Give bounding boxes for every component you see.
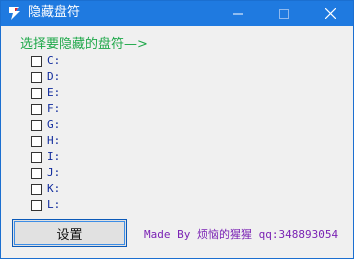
checkbox[interactable] xyxy=(31,183,42,195)
drive-checkbox-i[interactable]: I: xyxy=(31,150,60,164)
close-icon xyxy=(324,4,336,23)
checkbox[interactable] xyxy=(31,135,42,147)
drive-label: L: xyxy=(47,198,61,211)
drive-checkbox-l[interactable]: L: xyxy=(31,198,60,212)
window-title: 隐藏盘符 xyxy=(28,5,81,20)
drive-checkbox-e[interactable]: E: xyxy=(31,86,60,100)
close-button[interactable] xyxy=(307,1,353,26)
set-button[interactable]: 设置 xyxy=(12,219,127,247)
app-window: 隐藏盘符 选择要隐藏的盘符—> C: D: E: F: G: H: I: J: … xyxy=(0,0,354,259)
checkbox[interactable] xyxy=(31,167,42,179)
title-bar[interactable]: 隐藏盘符 xyxy=(1,1,353,26)
checkbox[interactable] xyxy=(31,199,42,211)
minimize-icon xyxy=(233,4,243,23)
drive-checkbox-k[interactable]: K: xyxy=(31,182,60,196)
checkbox[interactable] xyxy=(31,71,42,83)
checkbox[interactable] xyxy=(31,55,42,67)
drive-label: K: xyxy=(47,182,61,195)
drive-checkbox-j[interactable]: J: xyxy=(31,166,60,180)
app-icon xyxy=(7,5,23,21)
drive-label: F: xyxy=(47,102,61,115)
drive-label: C: xyxy=(47,54,61,67)
checkbox[interactable] xyxy=(31,151,42,163)
drive-label: D: xyxy=(47,70,61,83)
author-credit: Made By 烦恼的猩猩 qq:348893054 xyxy=(144,228,339,241)
drive-label: E: xyxy=(47,86,61,99)
select-drive-prompt: 选择要隐藏的盘符—> xyxy=(20,37,148,52)
drive-checkbox-c[interactable]: C: xyxy=(31,54,60,68)
drive-checkbox-d[interactable]: D: xyxy=(31,70,60,84)
checkbox[interactable] xyxy=(31,119,42,131)
drive-label: J: xyxy=(47,166,61,179)
drive-label: H: xyxy=(47,134,61,147)
checkbox[interactable] xyxy=(31,87,42,99)
minimize-button[interactable] xyxy=(215,1,261,26)
drive-label: I: xyxy=(47,150,61,163)
drive-checkbox-h[interactable]: H: xyxy=(31,134,60,148)
maximize-button[interactable] xyxy=(261,1,307,26)
client-area: 选择要隐藏的盘符—> C: D: E: F: G: H: I: J: K: L:… xyxy=(1,26,353,258)
drive-checkbox-f[interactable]: F: xyxy=(31,102,60,116)
checkbox[interactable] xyxy=(31,103,42,115)
drive-checkbox-g[interactable]: G: xyxy=(31,118,60,132)
drive-label: G: xyxy=(47,118,61,131)
maximize-icon xyxy=(279,4,289,23)
